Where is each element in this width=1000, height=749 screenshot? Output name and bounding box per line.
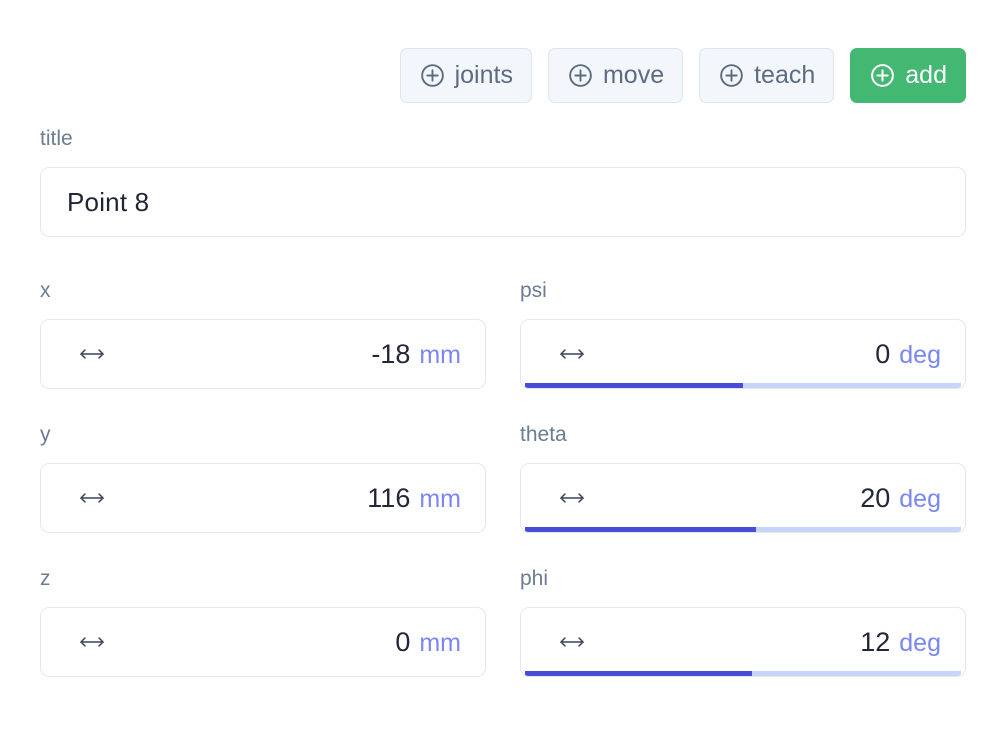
joints-button[interactable]: joints xyxy=(399,48,532,103)
psi-input[interactable]: 0 deg xyxy=(520,319,966,389)
phi-slider-fill xyxy=(525,671,752,676)
left-right-arrow-icon xyxy=(557,633,587,651)
title-input[interactable]: Point 8 xyxy=(40,167,966,237)
point-form: title Point 8 x -18 mm psi 0 deg y 116 m… xyxy=(40,128,966,677)
phi-value: 12 xyxy=(860,626,891,657)
field-group-y: y 116 mm xyxy=(40,424,486,533)
z-unit: mm xyxy=(419,628,461,657)
left-right-arrow-icon xyxy=(557,489,587,507)
plus-circle-icon xyxy=(567,62,594,89)
toolbar: joints move teach add xyxy=(40,48,966,103)
psi-value: 0 xyxy=(875,338,891,369)
field-group-psi: psi 0 deg xyxy=(520,280,966,389)
theta-input[interactable]: 20 deg xyxy=(520,463,966,533)
title-input-value: Point 8 xyxy=(67,186,150,217)
z-label: z xyxy=(40,567,51,590)
left-right-arrow-icon xyxy=(557,345,587,363)
theta-value: 20 xyxy=(860,482,891,513)
point-editor-panel: joints move teach add title Point 8 x -1… xyxy=(0,0,1000,749)
z-value: 0 xyxy=(395,626,411,657)
theta-value-group: 20 deg xyxy=(860,483,943,514)
psi-slider-fill xyxy=(525,383,743,388)
coordinate-fields-grid: x -18 mm psi 0 deg y 116 mm theta 20 deg… xyxy=(40,280,966,677)
left-right-arrow-icon xyxy=(77,633,107,651)
x-value-group: -18 mm xyxy=(371,339,463,370)
left-right-arrow-icon xyxy=(77,489,107,507)
plus-circle-icon xyxy=(869,62,896,89)
joints-button-label: joints xyxy=(454,61,513,89)
move-button[interactable]: move xyxy=(547,48,684,103)
phi-slider[interactable] xyxy=(525,671,961,676)
psi-unit: deg xyxy=(899,340,941,369)
y-input[interactable]: 116 mm xyxy=(40,463,486,533)
add-button[interactable]: add xyxy=(850,48,966,103)
psi-label: psi xyxy=(520,279,547,302)
y-unit: mm xyxy=(419,484,461,513)
field-group-z: z 0 mm xyxy=(40,568,486,677)
theta-unit: deg xyxy=(899,484,941,513)
field-group-phi: phi 12 deg xyxy=(520,568,966,677)
plus-circle-icon xyxy=(718,62,745,89)
y-value: 116 xyxy=(367,482,411,513)
x-input[interactable]: -18 mm xyxy=(40,319,486,389)
x-unit: mm xyxy=(419,340,461,369)
teach-button-label: teach xyxy=(754,61,816,89)
teach-button[interactable]: teach xyxy=(699,48,835,103)
theta-label: theta xyxy=(520,423,567,446)
psi-value-group: 0 deg xyxy=(875,339,943,370)
phi-unit: deg xyxy=(899,628,941,657)
psi-slider[interactable] xyxy=(525,383,961,388)
x-value: -18 xyxy=(371,338,411,369)
y-label: y xyxy=(40,423,51,446)
z-input[interactable]: 0 mm xyxy=(40,607,486,677)
theta-slider-fill xyxy=(525,527,757,532)
plus-circle-icon xyxy=(419,62,446,89)
phi-label: phi xyxy=(520,567,549,590)
phi-input[interactable]: 12 deg xyxy=(520,607,966,677)
field-group-theta: theta 20 deg xyxy=(520,424,966,533)
z-value-group: 0 mm xyxy=(395,627,463,658)
title-label: title xyxy=(40,127,73,150)
add-button-label: add xyxy=(905,61,947,89)
title-field-group: title Point 8 xyxy=(40,128,966,237)
x-label: x xyxy=(40,279,51,302)
left-right-arrow-icon xyxy=(77,345,107,363)
theta-slider[interactable] xyxy=(525,527,961,532)
field-group-x: x -18 mm xyxy=(40,280,486,389)
move-button-label: move xyxy=(602,61,665,89)
phi-value-group: 12 deg xyxy=(860,627,943,658)
y-value-group: 116 mm xyxy=(367,483,463,514)
